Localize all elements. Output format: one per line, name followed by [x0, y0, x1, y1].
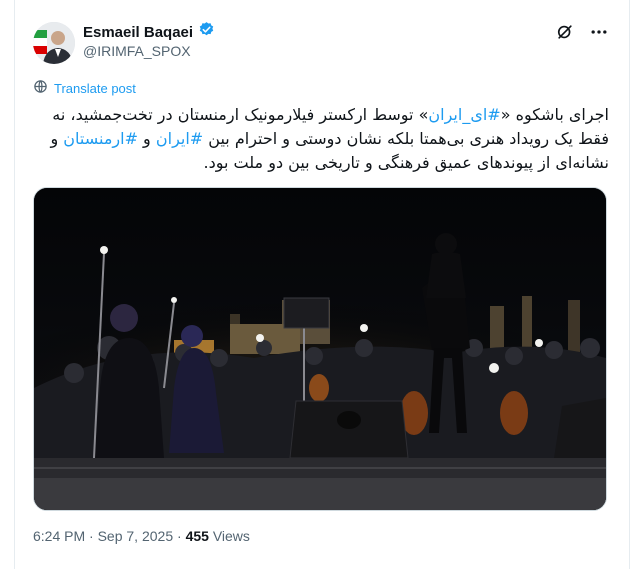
meta-separator: · [85, 528, 98, 544]
post-time[interactable]: 6:24 PM [33, 528, 85, 544]
hashtag-link[interactable]: #ارمنستان [63, 129, 138, 148]
post-text-segment: و [50, 129, 64, 148]
globe-icon [33, 79, 48, 97]
post-meta: 6:24 PM · Sep 7, 2025 · 455 Views [33, 528, 250, 544]
post-media-image[interactable] [33, 187, 607, 511]
author-handle[interactable]: @IRIMFA_SPOX [83, 43, 191, 59]
more-icon[interactable] [589, 22, 609, 42]
hashtag-link[interactable]: #ایران [156, 129, 203, 148]
views-count: 455 [185, 528, 209, 544]
avatar[interactable] [33, 22, 75, 64]
tweet-card: Esmaeil Baqaei @IRIMFA_SPOX Translate po… [14, 0, 630, 569]
translate-post-link[interactable]: Translate post [33, 79, 136, 97]
post-text-segment: اجرای باشکوه « [500, 105, 609, 124]
grok-icon[interactable] [555, 22, 575, 42]
views-label: Views [212, 528, 250, 544]
verified-badge-icon [198, 21, 215, 43]
post-text: اجرای باشکوه «#ای_ایران» توسط ارکستر فیل… [37, 103, 609, 175]
post-text-segment: نشانه‌ای از پیوندهای عمیق فرهنگی و تاریخ… [203, 153, 609, 172]
post-text-segment: » توسط ارکستر فیلارمونیک ارمنستان در تخت… [52, 105, 429, 124]
meta-separator: · [173, 528, 186, 544]
hashtag-link[interactable]: #ای_ایران [428, 105, 500, 124]
post-date[interactable]: Sep 7, 2025 [98, 528, 174, 544]
post-text-segment: و [137, 129, 156, 148]
post-text-segment: فقط یک رویداد هنری بی‌همتا بلکه نشان دوس… [203, 129, 609, 148]
translate-post-label: Translate post [54, 80, 136, 96]
author-name[interactable]: Esmaeil Baqaei [83, 24, 193, 41]
